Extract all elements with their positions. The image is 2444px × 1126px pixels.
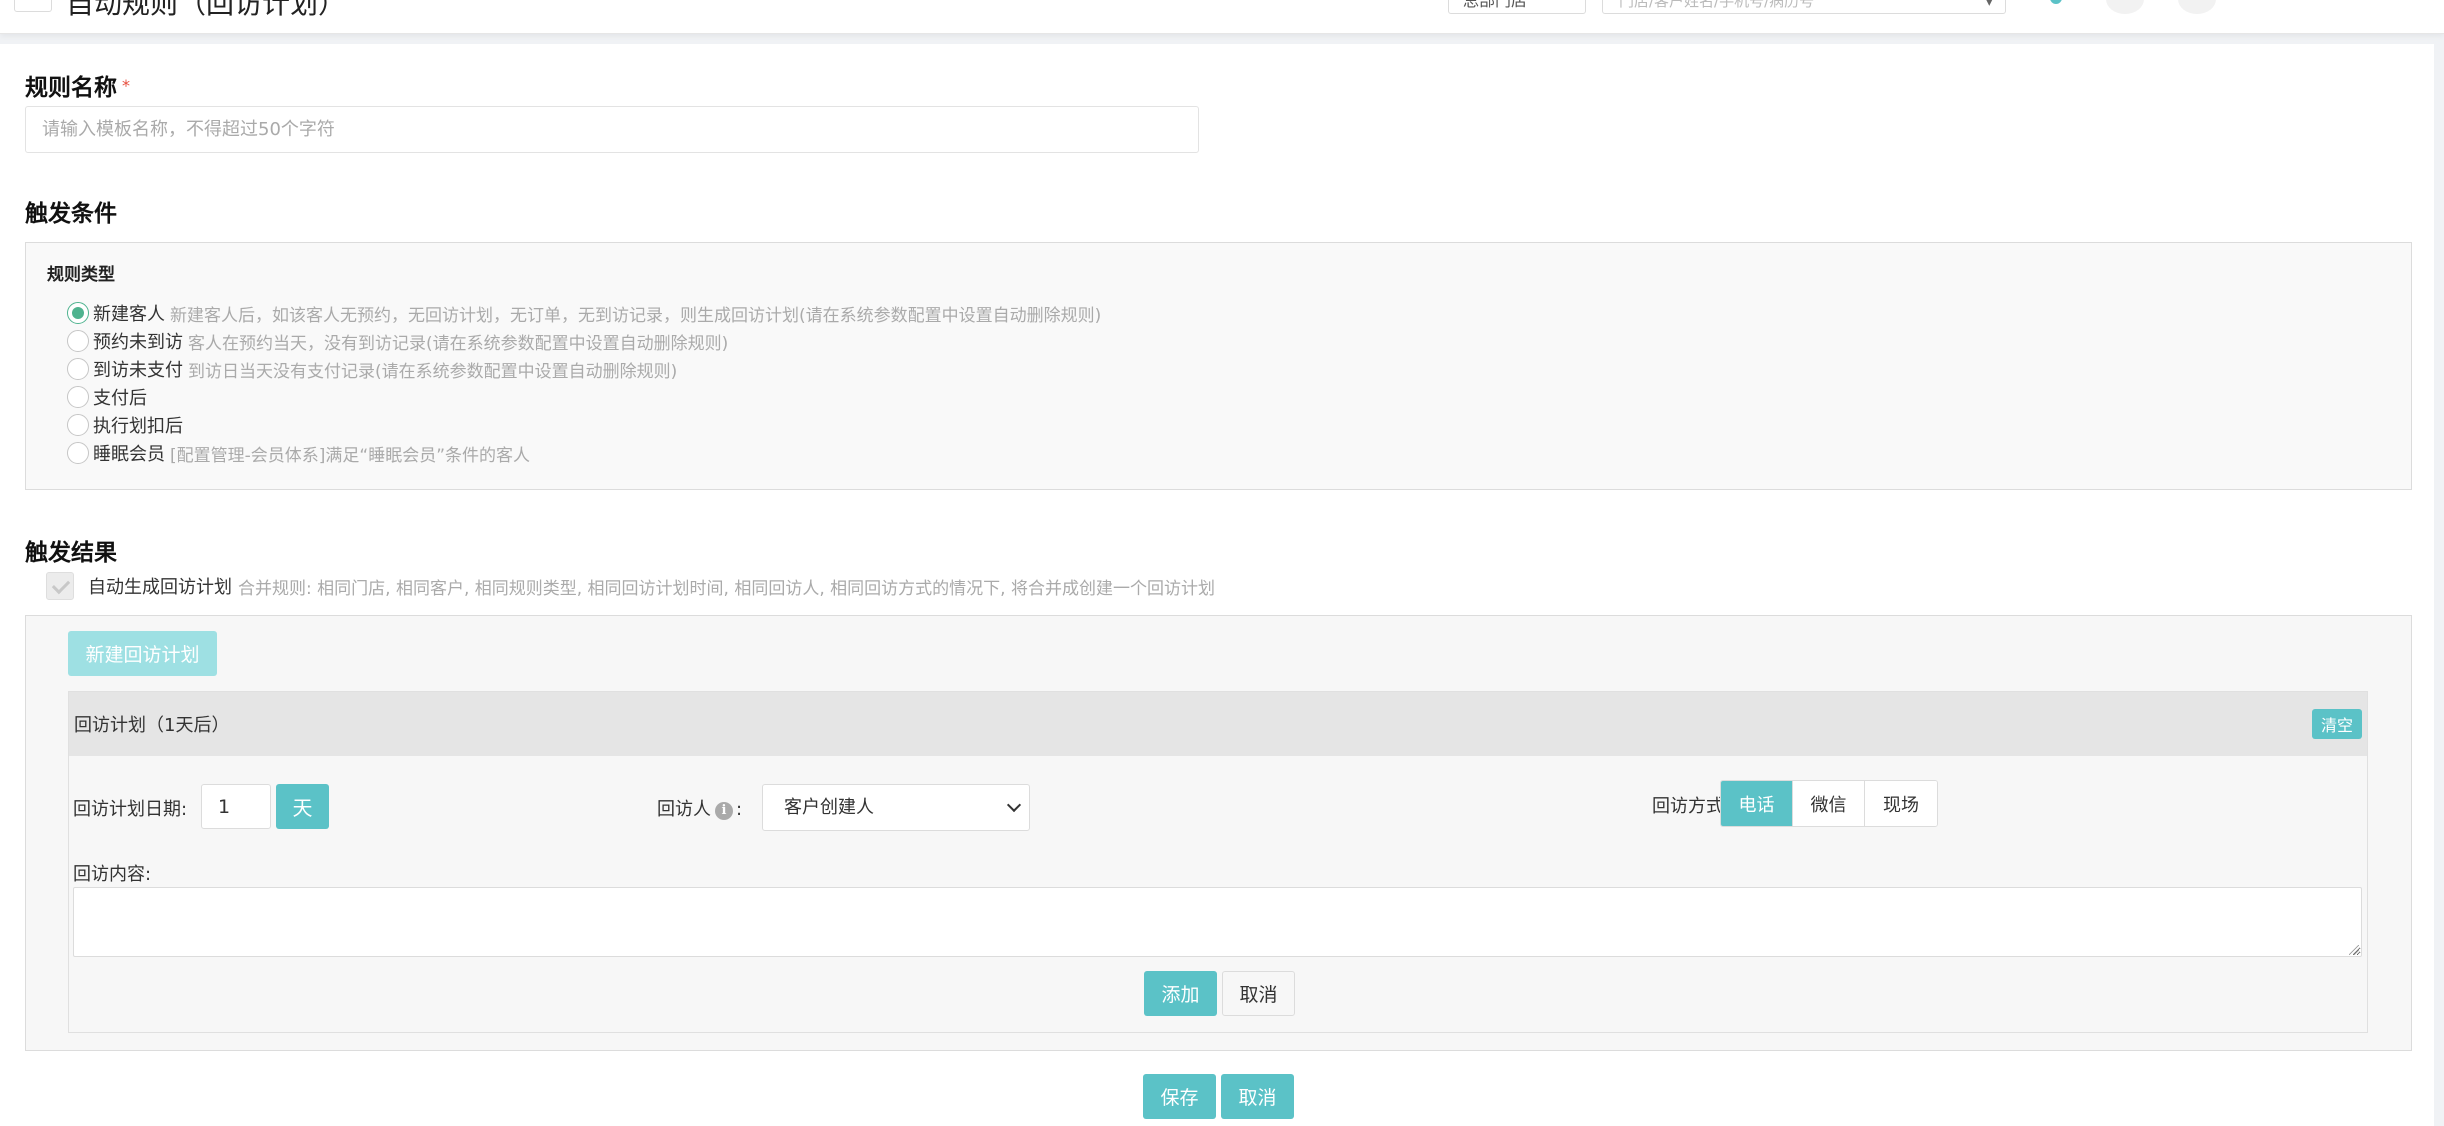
global-search[interactable]: 门店/客户姓名/手机号/病历号 ▾	[1602, 0, 2006, 14]
visit-content-textarea[interactable]	[73, 887, 2362, 957]
radio-button[interactable]	[67, 358, 89, 380]
back-button[interactable]	[14, 0, 52, 12]
option-label: 到访未支付	[93, 360, 183, 381]
trigger-condition-heading: 触发条件	[25, 201, 117, 227]
page-title: 自动规则（回访计划）	[66, 0, 347, 20]
visitor-label-group: 回访人 i:	[657, 795, 742, 821]
visit-plan-header: 回访计划（1天后） 清空	[69, 692, 2367, 756]
visit-method-label: 回访方式:	[1652, 796, 1731, 817]
visit-days-input[interactable]	[201, 784, 271, 829]
radio-button[interactable]	[67, 302, 89, 324]
option-label: 预约未到访	[93, 332, 183, 353]
option-description: 到访日当天没有支付记录(请在系统参数配置中设置自动删除规则)	[188, 361, 678, 382]
auto-generate-row: 自动生成回访计划 合并规则: 相同门店, 相同客户, 相同规则类型, 相同回访计…	[46, 572, 1215, 600]
status-dot-icon[interactable]	[2040, 0, 2078, 14]
cancel-plan-button[interactable]: 取消	[1222, 971, 1295, 1016]
option-label: 睡眠会员	[93, 444, 165, 465]
notification-icon[interactable]	[2106, 0, 2144, 14]
chevron-down-icon[interactable]: ⌄	[2390, 0, 2428, 14]
visitor-label: 回访人	[657, 799, 711, 820]
rule-type-option-visit-no-payment[interactable]: 到访未支付 到访日当天没有支付记录(请在系统参数配置中设置自动删除规则)	[67, 355, 1101, 383]
page-scrollbar[interactable]	[2434, 44, 2444, 1126]
radio-button[interactable]	[67, 414, 89, 436]
save-button[interactable]: 保存	[1143, 1074, 1216, 1119]
rule-type-label: 规则类型	[47, 265, 115, 285]
visitor-select-value: 客户创建人	[784, 797, 874, 818]
radio-button[interactable]	[67, 386, 89, 408]
visitor-select[interactable]: 客户创建人	[762, 784, 1030, 831]
trigger-result-box: 新建回访计划 回访计划（1天后） 清空 回访计划日期: 天 回访人i: 客户创建…	[25, 615, 2412, 1051]
visit-plan-card: 回访计划（1天后） 清空 回访计划日期: 天 回访人i: 客户创建人 回访方式:…	[68, 691, 2368, 1033]
day-unit-button[interactable]: 天	[276, 784, 329, 829]
visit-content-label: 回访内容:	[73, 864, 152, 885]
add-plan-button[interactable]: 添加	[1144, 971, 1217, 1016]
chevron-down-icon: ▾	[1985, 0, 1993, 10]
info-icon[interactable]: i	[715, 802, 733, 820]
rule-type-option-appointment-no-visit[interactable]: 预约未到访 客人在预约当天，没有到访记录(请在系统参数配置中设置自动删除规则)	[67, 327, 1101, 355]
top-bar: 自动规则（回访计划） 总部门店 门店/客户姓名/手机号/病历号 ▾ ⌄	[0, 0, 2444, 34]
rule-type-option-after-payment[interactable]: 支付后	[67, 383, 1101, 411]
required-mark: *	[122, 76, 130, 95]
help-icon[interactable]	[2178, 0, 2216, 14]
global-search-placeholder: 门店/客户姓名/手机号/病历号	[1619, 0, 1815, 10]
option-description: [配置管理-会员体系]满足“睡眠会员”条件的客人	[170, 445, 531, 466]
visit-method-group: 电话 微信 现场	[1720, 780, 1938, 827]
main-panel: 规则名称 * 触发条件 规则类型 新建客人 新建客人后，如该客人无预约，无回访计划…	[0, 44, 2434, 1126]
merge-rule-description: 合并规则: 相同门店, 相同客户, 相同规则类型, 相同回访计划时间, 相同回访…	[238, 578, 1215, 599]
rule-type-option-new-customer[interactable]: 新建客人 新建客人后，如该客人无预约，无回访计划，无订单，无到访记录，则生成回访…	[67, 299, 1101, 327]
clear-button[interactable]: 清空	[2312, 709, 2362, 739]
rule-type-box: 规则类型 新建客人 新建客人后，如该客人无预约，无回访计划，无订单，无到访记录，…	[25, 242, 2412, 490]
visit-date-label: 回访计划日期:	[73, 799, 188, 820]
user-avatar-icon[interactable]	[2282, 0, 2320, 14]
method-onsite-button[interactable]: 现场	[1865, 781, 1937, 826]
visit-plan-title: 回访计划（1天后）	[74, 715, 230, 736]
visit-plan-body: 回访计划日期: 天 回访人i: 客户创建人 回访方式: 电话 微信 现场 回访内…	[69, 756, 2367, 1033]
trigger-result-heading: 触发结果	[25, 540, 117, 566]
method-phone-button[interactable]: 电话	[1721, 781, 1793, 826]
rule-name-label: 规则名称	[25, 75, 117, 101]
rule-type-options: 新建客人 新建客人后，如该客人无预约，无回访计划，无订单，无到访记录，则生成回访…	[67, 299, 1101, 467]
radio-button[interactable]	[67, 330, 89, 352]
option-label: 执行划扣后	[93, 416, 183, 437]
method-wechat-button[interactable]: 微信	[1793, 781, 1865, 826]
rule-name-input[interactable]	[25, 106, 1199, 153]
option-label: 支付后	[93, 388, 147, 409]
radio-button[interactable]	[67, 442, 89, 464]
chevron-down-icon	[1006, 797, 1022, 813]
option-description: 客人在预约当天，没有到访记录(请在系统参数配置中设置自动删除规则)	[188, 333, 729, 354]
rule-type-option-after-deduction[interactable]: 执行划扣后	[67, 411, 1101, 439]
rule-type-option-dormant-member[interactable]: 睡眠会员 [配置管理-会员体系]满足“睡眠会员”条件的客人	[67, 439, 1101, 467]
rule-name-heading: 规则名称 *	[25, 68, 130, 102]
auto-generate-checkbox[interactable]	[46, 572, 74, 600]
auto-generate-label: 自动生成回访计划	[88, 577, 232, 598]
cancel-button[interactable]: 取消	[1221, 1074, 1294, 1119]
label-colon: :	[736, 799, 743, 820]
option-description: 新建客人后，如该客人无预约，无回访计划，无订单，无到访记录，则生成回访计划(请在…	[170, 305, 1102, 326]
store-selector[interactable]: 总部门店	[1448, 0, 1586, 14]
new-visit-plan-button[interactable]: 新建回访计划	[68, 631, 217, 676]
option-label: 新建客人	[93, 304, 165, 325]
